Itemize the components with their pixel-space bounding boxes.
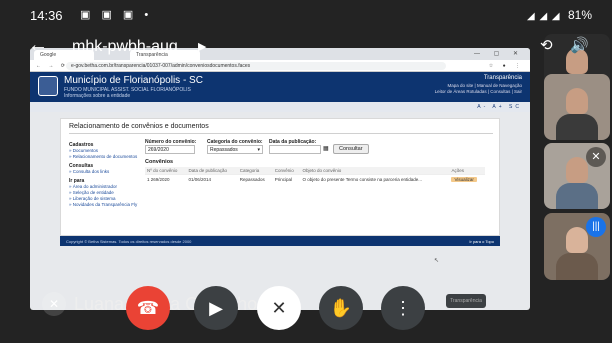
sidebar-item-relacionamento[interactable]: » Relacionamento de documentos <box>69 154 141 160</box>
table-header-row: Nº do convênio Data de publicação Catego… <box>145 167 485 175</box>
participant-tile[interactable]: ||| <box>544 213 610 280</box>
page-title: Relacionamento de convênios e documentos <box>69 123 209 130</box>
calendar-icon[interactable]: ▦ <box>323 145 329 152</box>
speaking-indicator-icon: ||| <box>586 217 606 237</box>
battery-level: 81% <box>567 8 592 22</box>
participant-body <box>556 114 598 140</box>
meet-top-icons: ⟲ 🔊 <box>540 36 610 60</box>
sidebar-item-novidades[interactable]: » Novidades da Transparência Fly <box>69 202 141 208</box>
categoria-select[interactable]: Repassados ▾ <box>207 145 263 154</box>
participant-body <box>556 253 598 280</box>
convenio-field[interactable]: 269/2020 <box>145 145 195 154</box>
shared-screen: Google Transparência — ▢ ✕ ← → ⟳ e-gov.b… <box>30 48 530 310</box>
title-divider <box>69 133 493 134</box>
consultar-button[interactable]: Consultar <box>333 144 369 154</box>
chevron-down-icon: ▾ <box>257 147 260 153</box>
municipality-logo <box>38 76 58 96</box>
header-links-secondary[interactable]: Leitor de Áreas Rotuladas | Consultas | … <box>435 89 522 94</box>
results-title: Convênios <box>145 159 174 165</box>
status-right: ◢ ◢ ◢ 81% <box>527 8 592 22</box>
column-header: Objeto do convênio <box>300 167 450 175</box>
cell-data: 01/06/2014 <box>186 174 238 184</box>
font-size-controls[interactable]: A- A+ SC <box>477 104 522 110</box>
mic-off-icon: ✕ <box>586 147 606 167</box>
results-section: Convênios Nº do convênio Data de publica… <box>145 159 485 184</box>
chevron-right-icon[interactable]: ▶ <box>198 40 206 53</box>
column-header: Ações <box>449 167 485 175</box>
camera-button[interactable]: ▶ <box>194 286 238 330</box>
transparencia-brand: Transparência <box>483 75 522 81</box>
more-options-button[interactable]: ⋮ <box>381 286 425 330</box>
mic-off-icon: ✕ <box>42 292 66 316</box>
column-header: Convênio <box>272 167 301 175</box>
cell-objeto: O objeto do presente Termo consiste na p… <box>300 174 450 184</box>
meet-controls-bar: ✕ Luana Souza Carvalho ☎ ▶ ✕ ✋ ⋮ Transpa… <box>0 286 612 343</box>
participant-tile[interactable] <box>544 74 610 140</box>
table-row[interactable]: 1 269/2020 01/06/2014 Repassados Princip… <box>145 174 485 184</box>
more-vert-icon: ⋮ <box>394 298 412 318</box>
signal-icon: ◢ ◢ ◢ <box>526 11 561 22</box>
phone-hangup-icon: ☎ <box>136 298 160 318</box>
cell-numero: 1 269/2020 <box>145 174 187 184</box>
participant-body <box>556 183 598 209</box>
participant-avatar <box>566 88 588 114</box>
speaker-icon[interactable]: 🔊 <box>570 36 589 54</box>
camera-icon: ▶ <box>209 298 223 318</box>
notification-icons: ▣ ▣ ▣ • <box>80 9 153 21</box>
participant-badge: Transparência <box>446 294 486 308</box>
end-call-button[interactable]: ☎ <box>126 286 170 330</box>
sidebar-item-consulta-links[interactable]: » Consulta dos links <box>69 169 141 175</box>
meet-screen: 14:36 ▣ ▣ ▣ • ◢ ◢ ◢ 81% Google Transparê… <box>0 0 612 343</box>
column-header: Categoria <box>237 167 273 175</box>
site-footer: Copyright © Betha Sistemas. Todos os dir… <box>60 236 500 246</box>
header-links[interactable]: Mapa do site | Manual de Navegação <box>448 83 522 88</box>
back-to-top-link[interactable]: Ir para o Topo <box>469 239 494 244</box>
footer-copyright: Copyright © Betha Sistemas. Todos os dir… <box>66 239 192 244</box>
participant-avatar <box>566 227 588 253</box>
column-header: Nº do convênio <box>145 167 187 175</box>
status-bar: 14:36 ▣ ▣ ▣ • ◢ ◢ ◢ 81% <box>0 0 612 30</box>
visualizar-button[interactable]: Visualizar <box>451 177 477 182</box>
site-header: Município de Florianópolis - SC FUNDO MU… <box>30 72 530 102</box>
mic-button[interactable]: ✕ <box>257 286 301 330</box>
participant-tile[interactable]: ✕ <box>544 143 610 209</box>
cell-convenio: Principal <box>272 174 301 184</box>
raise-hand-button[interactable]: ✋ <box>319 286 363 330</box>
site-subbar: A- A+ SC <box>30 102 530 112</box>
results-table: Nº do convênio Data de publicação Catego… <box>145 167 485 184</box>
org-title: Município de Florianópolis - SC <box>64 75 203 86</box>
publicacao-field[interactable] <box>269 145 321 154</box>
participant-avatar <box>566 157 588 183</box>
column-header: Data de publicação <box>186 167 238 175</box>
org-info-link[interactable]: Informações sobre a entidade <box>64 93 130 99</box>
cell-categoria: Repassados <box>237 174 273 184</box>
row-numero: 269/2020 <box>150 177 170 182</box>
meeting-code[interactable]: mhk-pwbh-auq <box>72 38 178 56</box>
meet-top-bar: ← mhk-pwbh-auq ▶ <box>28 34 528 64</box>
back-arrow-icon[interactable]: ← <box>28 34 48 57</box>
mic-off-icon: ✕ <box>271 298 287 318</box>
row-index: 1 <box>147 177 150 182</box>
content-panel: Relacionamento de convênios e documentos… <box>60 118 500 236</box>
cell-acao: Visualizar <box>449 174 485 184</box>
categoria-selected: Repassados <box>210 147 238 153</box>
switch-camera-icon[interactable]: ⟲ <box>540 36 553 54</box>
status-time: 14:36 <box>30 8 63 23</box>
sidebar-menu: Cadastros » Documentos » Relacionamento … <box>69 139 141 208</box>
mouse-cursor-icon: ↖ <box>434 258 440 264</box>
raise-hand-icon: ✋ <box>329 298 353 318</box>
